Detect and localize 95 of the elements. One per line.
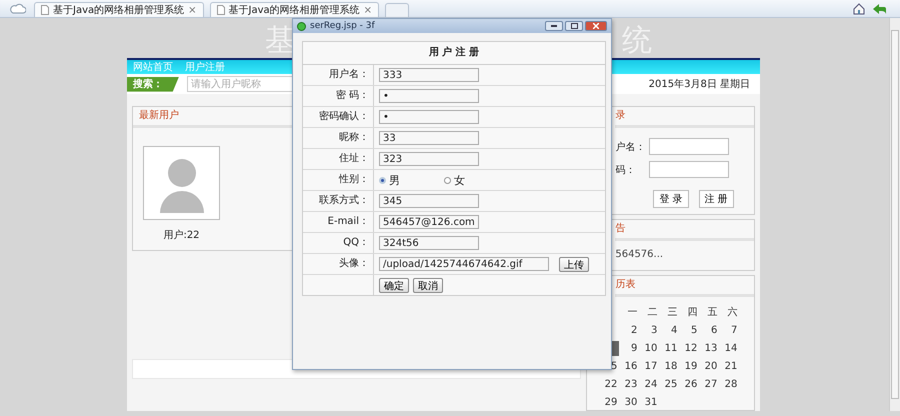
date-cell[interactable]: 11: [659, 341, 680, 356]
weekday-label: 一: [626, 306, 638, 320]
date-cell[interactable]: 12: [679, 341, 700, 356]
date-cell[interactable]: 29: [599, 395, 620, 410]
date-cell[interactable]: 17: [639, 359, 660, 374]
input-field[interactable]: [649, 161, 730, 178]
login-button[interactable]: 登 录: [653, 190, 689, 208]
date-cell[interactable]: 31: [639, 395, 660, 410]
radio-button[interactable]: [444, 176, 451, 184]
date-cell[interactable]: 26: [679, 377, 700, 392]
weekday-label: 二: [646, 306, 658, 320]
date-text: 2015年3月8日 星期日: [648, 78, 750, 92]
date-cell[interactable]: 5: [679, 323, 700, 338]
scrollbar[interactable]: [889, 18, 900, 411]
date-cell[interactable]: 23: [619, 377, 640, 392]
input-field[interactable]: /upload/1425744674642.gif: [379, 257, 549, 271]
date-cell[interactable]: 9: [619, 341, 640, 356]
date-cell[interactable]: 27: [699, 377, 720, 392]
radio-option[interactable]: 女: [444, 172, 499, 188]
dialog-title: serReg.jsp - 3f: [310, 21, 375, 31]
input-field[interactable]: 33: [379, 131, 479, 145]
maximize-button[interactable]: [565, 21, 583, 31]
weekday-label: 三: [666, 306, 678, 320]
date-cell[interactable]: 19: [679, 359, 700, 374]
form-button[interactable]: 取消: [413, 278, 443, 292]
close-icon: [593, 23, 599, 29]
input-field[interactable]: 546457@126.com: [379, 215, 479, 229]
input-field[interactable]: 323: [379, 152, 479, 166]
minimize-icon: [551, 25, 557, 27]
date-cell[interactable]: 3: [639, 323, 660, 338]
date-cell[interactable]: 2: [619, 323, 640, 338]
panel-title: 告: [615, 220, 754, 241]
date-cell[interactable]: 21: [719, 359, 740, 374]
field-label: 性别：: [303, 170, 374, 190]
date-cell[interactable]: 10: [639, 341, 660, 356]
date-cell[interactable]: 20: [699, 359, 720, 374]
field-label: 头像：: [303, 254, 374, 274]
minimize-button[interactable]: [545, 21, 563, 31]
date-cell[interactable]: 22: [599, 377, 620, 392]
input-field[interactable]: 324t56: [379, 236, 479, 250]
back-arrow-icon[interactable]: [873, 4, 886, 14]
date-cell[interactable]: 4: [659, 323, 680, 338]
weekday-label: 四: [686, 306, 698, 320]
page-icon: [216, 5, 225, 15]
new-tab-button[interactable]: [385, 3, 410, 17]
tab-title: 基于Java的网络相册管理系统: [53, 4, 184, 17]
date-cell[interactable]: 24: [639, 377, 660, 392]
search-label: 搜索：: [127, 76, 179, 92]
date-cell[interactable]: 13: [699, 341, 720, 356]
upload-button[interactable]: 上传: [559, 256, 589, 272]
field-label: E-mail：: [303, 212, 374, 232]
input-field[interactable]: •: [379, 89, 479, 103]
field-label: 昵称：: [303, 128, 374, 148]
date-cell[interactable]: 30: [619, 395, 640, 410]
browser-tab[interactable]: 基于Java的网络相册管理系统 ×: [210, 2, 380, 17]
panel-title: 历表: [615, 276, 754, 297]
browser-tab[interactable]: 基于Java的网络相册管理系统 ×: [34, 2, 204, 17]
field-label: 密码确认：: [303, 107, 374, 127]
date-cell[interactable]: 16: [619, 359, 640, 374]
cloud-icon[interactable]: [10, 3, 26, 14]
radio-button[interactable]: [379, 176, 386, 184]
date-cell[interactable]: 6: [699, 323, 720, 338]
close-button[interactable]: [585, 21, 607, 31]
date-cell[interactable]: 25: [659, 377, 680, 392]
field-label: 用户名：: [303, 65, 374, 85]
field-label: 密 码：: [303, 86, 374, 106]
panel-title: 录: [615, 107, 754, 128]
user-caption: 用户:22: [163, 228, 200, 242]
weekday-label: 六: [726, 306, 738, 320]
form-button[interactable]: 确定: [379, 278, 409, 292]
field-label: 联系方式：: [303, 191, 374, 211]
tab-close-button[interactable]: ×: [188, 4, 197, 16]
date-cell[interactable]: 14: [719, 341, 740, 356]
input-field[interactable]: 345: [379, 194, 479, 208]
field-label: 户名：: [615, 140, 646, 154]
tab-close-button[interactable]: ×: [364, 4, 372, 16]
input-field[interactable]: 333: [379, 68, 479, 82]
radio-option[interactable]: 男: [379, 172, 434, 188]
avatar-placeholder[interactable]: [143, 146, 220, 220]
date-cell[interactable]: 28: [719, 377, 740, 392]
notice-text: 564576...: [615, 248, 664, 262]
weekday-label: 五: [706, 306, 718, 320]
field-label: QQ：: [303, 233, 374, 253]
field-label: 码：: [615, 164, 636, 176]
field-label: 住址：: [303, 149, 374, 169]
page-icon: [41, 5, 49, 15]
input-field[interactable]: •: [379, 110, 479, 124]
form-title: 用 户 注 册: [303, 42, 605, 65]
date-cell[interactable]: 18: [659, 359, 680, 374]
tab-title: 基于Java的网络相册管理系统: [228, 4, 360, 17]
login-button[interactable]: 注 册: [698, 190, 734, 208]
home-icon[interactable]: [853, 2, 865, 14]
maximize-icon: [570, 23, 578, 29]
date-cell[interactable]: 7: [719, 323, 740, 338]
input-field[interactable]: [649, 138, 730, 155]
